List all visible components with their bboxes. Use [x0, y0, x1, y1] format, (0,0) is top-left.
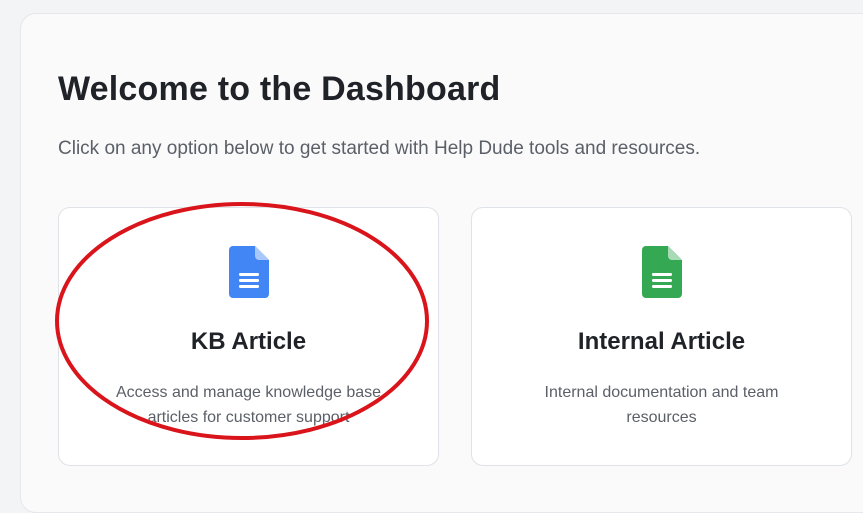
card-title: KB Article [190, 328, 307, 355]
internal-article-card[interactable]: Internal Article Internal documentation … [471, 207, 852, 466]
card-description: Access and manage knowledge base article… [115, 384, 382, 426]
document-icon [641, 246, 682, 298]
kb-article-card[interactable]: KB Article Access and manage knowledge b… [58, 207, 439, 466]
document-icon [228, 246, 269, 298]
page-subtitle: Click on any option below to get started… [58, 138, 701, 159]
card-title: Internal Article [577, 328, 746, 355]
card-description: Internal documentation and team resource… [544, 384, 779, 426]
page-title: Welcome to the Dashboard [58, 70, 501, 108]
